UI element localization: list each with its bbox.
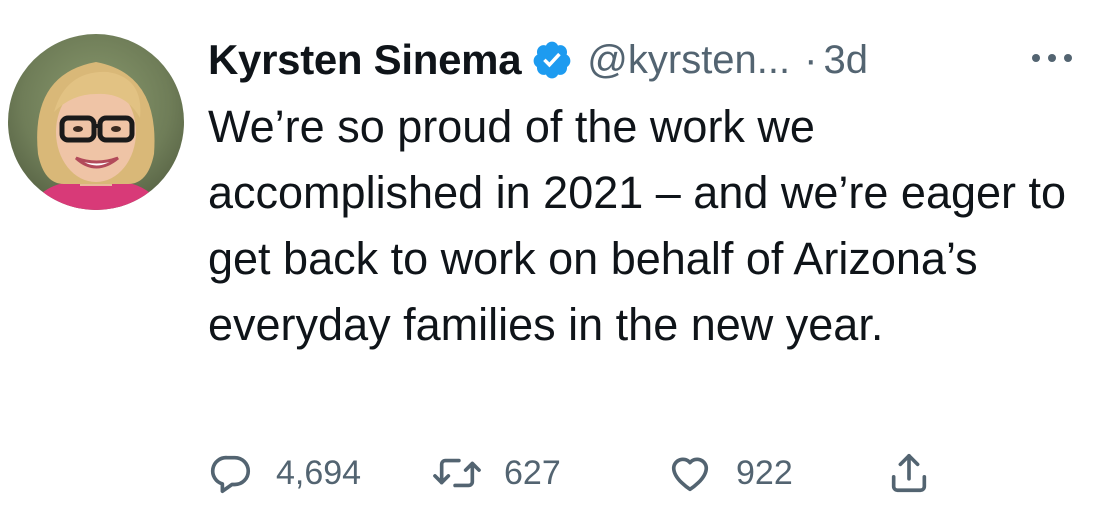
more-dots-icon[interactable] — [1028, 48, 1076, 68]
like-button[interactable]: 922 — [666, 445, 793, 501]
reply-bubble-icon — [208, 450, 254, 496]
separator-dot: · — [804, 37, 818, 82]
tweet-actions: 4,694 627 922 — [208, 445, 968, 501]
share-button[interactable] — [886, 445, 932, 501]
tweet-timestamp[interactable]: 3d — [823, 38, 868, 83]
retweet-arrows-icon — [432, 450, 482, 496]
author-name[interactable]: Kyrsten Sinema — [208, 36, 522, 84]
like-count: 922 — [736, 453, 793, 492]
author-handle[interactable]: @kyrsten... — [587, 38, 790, 83]
avatar[interactable] — [8, 34, 184, 210]
verified-badge-icon — [531, 39, 573, 81]
reply-button[interactable]: 4,694 — [208, 445, 361, 501]
tweet[interactable]: Kyrsten Sinema @kyrsten... · 3d We’re so… — [0, 0, 1114, 526]
heart-icon — [666, 450, 714, 496]
share-upload-icon — [886, 450, 932, 496]
tweet-header: Kyrsten Sinema @kyrsten... · 3d — [208, 30, 868, 90]
reply-count: 4,694 — [276, 453, 362, 492]
retweet-button[interactable]: 627 — [432, 445, 561, 501]
retweet-count: 627 — [504, 453, 561, 492]
tweet-text: We’re so proud of the work we accomplish… — [208, 101, 1067, 350]
